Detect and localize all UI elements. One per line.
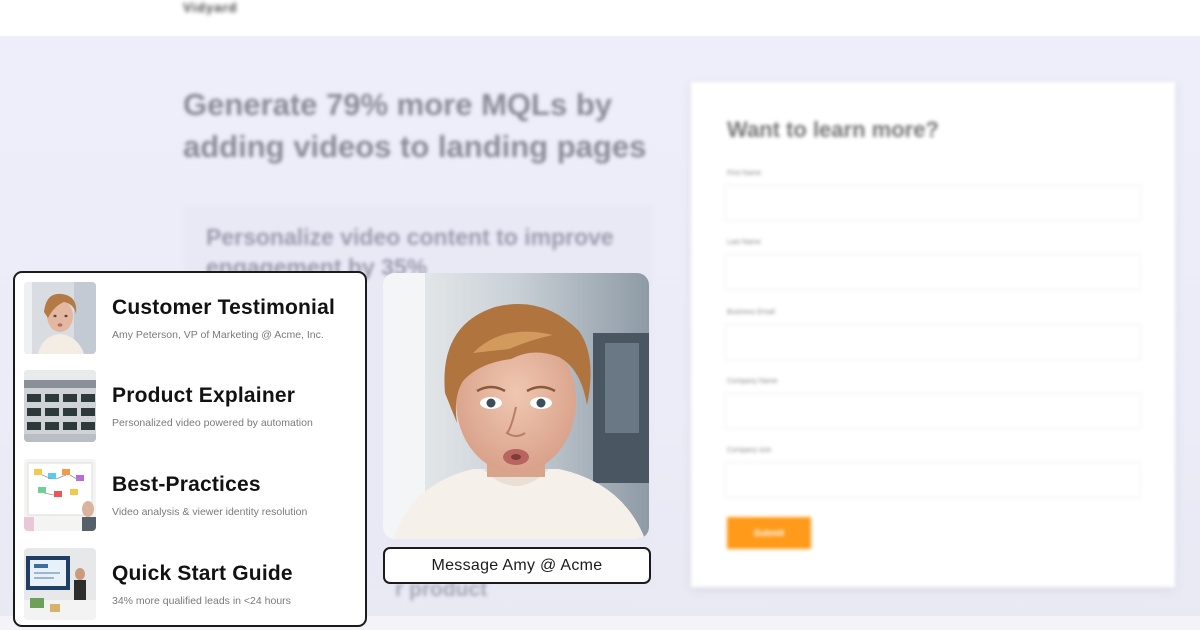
menu-item-subtitle: Video analysis & viewer identity resolut… (112, 506, 308, 518)
last-name-label: Last Name (727, 239, 761, 246)
logo: Vidyard (183, 0, 238, 15)
first-name-field[interactable] (725, 185, 1141, 221)
menu-item-subtitle: Personalized video powered by automation (112, 417, 313, 429)
menu-item-subtitle: 34% more qualified leads in <24 hours (112, 595, 291, 607)
explainer-thumbnail (24, 370, 96, 442)
business-email-label: Business Email (727, 309, 775, 316)
top-bar: Vidyard (0, 0, 1200, 36)
testimonial-thumbnail (24, 282, 96, 354)
video-player[interactable] (383, 273, 649, 539)
video-menu-panel: Customer Testimonial Amy Peterson, VP of… (13, 271, 367, 627)
form-title: Want to learn more? (727, 117, 939, 142)
menu-item-title: Customer Testimonial (112, 296, 335, 319)
menu-item-title: Product Explainer (112, 384, 296, 407)
menu-item-quick-start-guide[interactable]: Quick Start Guide 34% more qualified lea… (24, 547, 364, 621)
submit-button[interactable]: Submit (727, 517, 811, 549)
menu-item-subtitle: Amy Peterson, VP of Marketing @ Acme, In… (112, 329, 324, 341)
hero-headline: Generate 79% more MQLs by adding videos … (183, 87, 647, 164)
menu-item-product-explainer[interactable]: Product Explainer Personalized video pow… (24, 369, 364, 443)
company-size-field[interactable] (725, 462, 1141, 498)
menu-item-title: Quick Start Guide (112, 562, 293, 585)
speaker-video-frame (383, 273, 649, 539)
message-contact-button[interactable]: Message Amy @ Acme (383, 547, 651, 584)
menu-item-best-practices[interactable]: Best-Practices Video analysis & viewer i… (24, 458, 364, 532)
menu-item-title: Best-Practices (112, 473, 261, 496)
company-name-label: Company Name (727, 378, 778, 385)
company-size-label: Company size (727, 447, 772, 454)
quick-start-thumbnail (24, 548, 96, 620)
best-practices-thumbnail (24, 459, 96, 531)
last-name-field[interactable] (725, 254, 1141, 290)
first-name-label: First Name (727, 170, 762, 177)
company-name-field[interactable] (725, 393, 1141, 429)
business-email-field[interactable] (725, 324, 1141, 360)
menu-item-customer-testimonial[interactable]: Customer Testimonial Amy Peterson, VP of… (24, 281, 364, 355)
